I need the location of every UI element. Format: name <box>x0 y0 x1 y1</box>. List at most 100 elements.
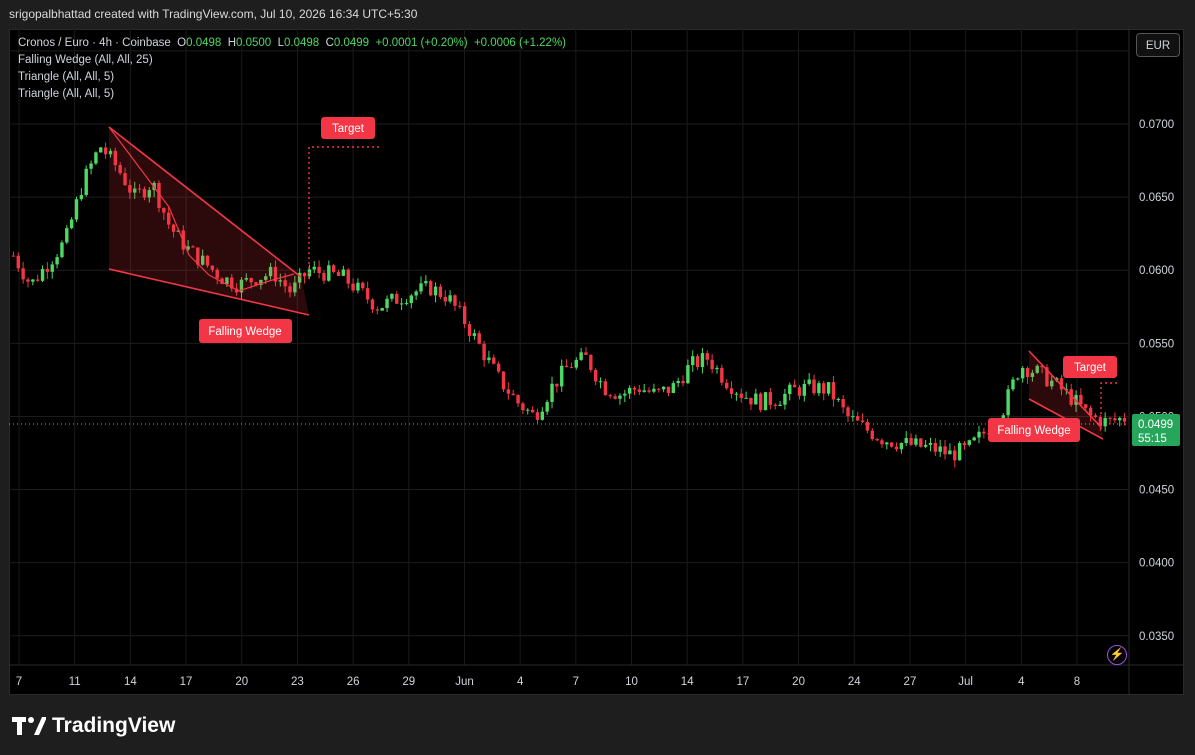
candle-body <box>729 388 734 394</box>
candle-body <box>977 431 981 438</box>
candle-body <box>380 308 384 311</box>
candle-body <box>65 228 69 243</box>
candle-body <box>885 442 889 445</box>
candle-body <box>899 443 904 450</box>
candle-body <box>812 379 816 394</box>
pattern-drawings <box>108 126 1119 440</box>
time-tick-label: 29 <box>402 676 415 688</box>
high-value: 0.0500 <box>236 37 272 49</box>
price-tick-label: 0.0550 <box>1139 338 1174 350</box>
indicator-row[interactable]: Triangle (All, All, 5) <box>18 69 566 86</box>
target-label-1[interactable]: Target <box>321 117 375 139</box>
price-tick-label: 0.0450 <box>1139 485 1174 497</box>
candle-body <box>671 383 676 393</box>
candle-body <box>45 268 50 272</box>
candle-body <box>1084 404 1088 408</box>
lightning-icon[interactable]: ⚡ <box>1107 645 1127 665</box>
candle-body <box>889 442 894 447</box>
time-tick-label: 4 <box>1018 676 1025 688</box>
candle-body <box>574 359 578 368</box>
candle-body <box>40 268 45 281</box>
candle-body <box>506 389 511 394</box>
time-tick-label: 24 <box>848 676 861 688</box>
candle-body <box>1103 417 1107 427</box>
candle-body <box>448 295 452 302</box>
candle-body <box>414 291 418 296</box>
time-tick-label: 4 <box>517 676 524 688</box>
indicator-row[interactable]: Triangle (All, All, 5) <box>18 86 566 103</box>
candle-body <box>841 399 845 408</box>
candle-body <box>317 266 321 273</box>
time-tick-label: 7 <box>16 676 22 688</box>
candle-body <box>749 397 753 405</box>
price-tick-label: 0.0400 <box>1139 558 1174 570</box>
time-tick-label: 27 <box>904 676 917 688</box>
candle-body <box>856 416 860 421</box>
footer <box>0 697 1195 755</box>
wedge-1-fill <box>109 127 309 315</box>
open-value: 0.0498 <box>186 37 222 49</box>
chart-legend: Cronos / Euro · 4h · Coinbase O0.0498 H0… <box>18 35 566 103</box>
target-label-2[interactable]: Target <box>1063 356 1117 378</box>
candle-body <box>327 265 331 281</box>
candle-body <box>69 219 74 229</box>
candle-body <box>904 438 908 444</box>
time-tick-label: 10 <box>625 676 638 688</box>
candle-body <box>35 279 40 281</box>
candle-body <box>458 305 462 307</box>
candle-body <box>55 257 59 265</box>
candle-body <box>50 264 54 272</box>
candle-body <box>424 281 428 284</box>
candle-body <box>710 359 714 370</box>
candle-body <box>31 279 35 282</box>
candle-body <box>545 401 549 412</box>
low-value: 0.0498 <box>284 37 320 49</box>
candle-body <box>99 147 103 153</box>
candle-body <box>584 352 588 355</box>
candle-body <box>724 382 729 389</box>
candle-body <box>312 266 316 270</box>
time-tick-label: 14 <box>681 676 694 688</box>
time-tick-label: 17 <box>736 676 749 688</box>
indicator-row[interactable]: Falling Wedge (All, All, 25) <box>18 52 566 69</box>
candle-body <box>477 333 481 344</box>
candle-body <box>792 384 797 388</box>
candle-body <box>409 295 414 304</box>
candle-body <box>1006 389 1010 416</box>
candle-body <box>516 395 520 404</box>
candle-body <box>560 365 564 387</box>
candle-body <box>962 443 967 445</box>
currency-button[interactable]: EUR <box>1136 33 1180 57</box>
candle-body <box>788 384 792 394</box>
price-tag-price: 0.0499 <box>1138 419 1173 431</box>
candle-body <box>948 450 952 455</box>
candle-body <box>351 283 355 291</box>
candle-body <box>521 403 525 411</box>
candle-body <box>705 353 709 360</box>
candle-body <box>657 388 661 390</box>
candle-body <box>865 422 870 431</box>
candle-body <box>700 353 705 368</box>
candle-body <box>715 367 719 370</box>
price-tag-countdown: 55:15 <box>1138 433 1167 445</box>
candle-body <box>341 269 346 276</box>
change-value: +0.0001 (+0.20%) <box>375 37 468 49</box>
candle-body <box>661 386 666 390</box>
time-tick-label: 17 <box>180 676 193 688</box>
candle-body <box>739 393 743 398</box>
candle-body <box>831 382 836 400</box>
price-chart[interactable]: 0.07500.07000.06500.06000.05500.05000.04… <box>9 29 1184 695</box>
falling-wedge-label-2[interactable]: Falling Wedge <box>988 418 1080 442</box>
tradingview-logo[interactable]: TradingView <box>12 712 175 740</box>
close-label: C <box>325 37 334 49</box>
candle-body <box>608 395 612 397</box>
candle-body <box>642 390 646 392</box>
candle-body <box>919 438 923 447</box>
candle-body <box>443 296 447 302</box>
candle-body <box>555 383 559 387</box>
price-tick-label: 0.0350 <box>1139 631 1174 643</box>
candle-body <box>346 269 350 284</box>
candle-body <box>826 382 831 394</box>
candle-body <box>1025 368 1030 377</box>
falling-wedge-label-1[interactable]: Falling Wedge <box>199 319 292 343</box>
